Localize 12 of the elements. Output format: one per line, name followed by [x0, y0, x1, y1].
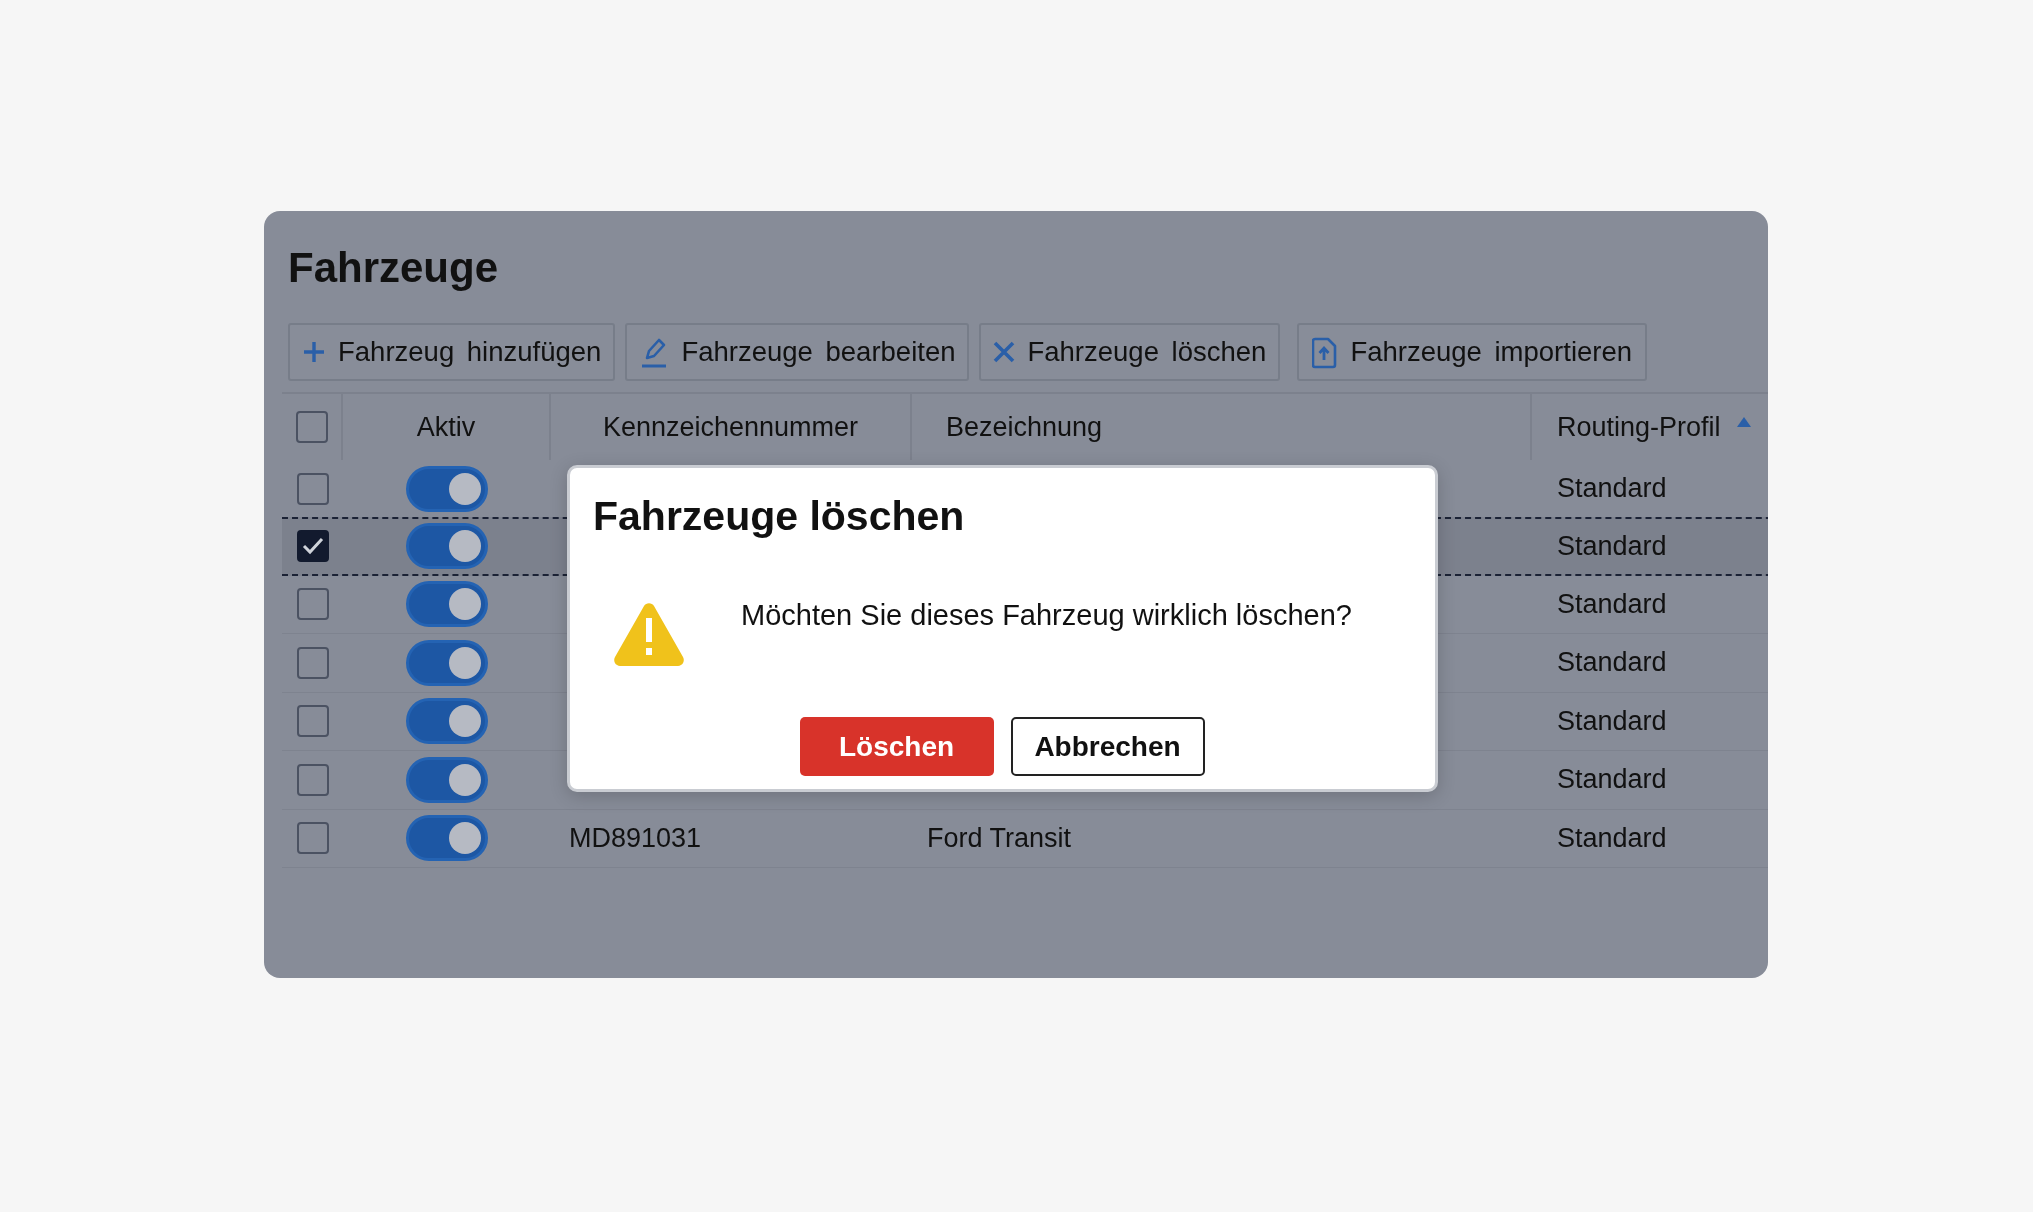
table-cell: Ford Transit	[927, 822, 1072, 854]
dialog-title: Fahrzeuge löschen	[593, 492, 965, 541]
table-cell: Standard	[1557, 764, 1667, 796]
table-cell: Standard	[1557, 473, 1667, 505]
table-cell: Standard	[1557, 822, 1667, 854]
table-cell: Standard	[1557, 588, 1667, 620]
dialog-message: Möchten Sie dieses Fahrzeug wirklich löschen?	[741, 598, 1352, 633]
page-title: Fahrzeuge	[288, 243, 500, 293]
table-cell: Standard	[1557, 647, 1667, 679]
table-cell: Standard	[1557, 705, 1667, 737]
table-cell: MD891031	[569, 822, 702, 854]
table-cell: Standard	[1557, 530, 1667, 562]
